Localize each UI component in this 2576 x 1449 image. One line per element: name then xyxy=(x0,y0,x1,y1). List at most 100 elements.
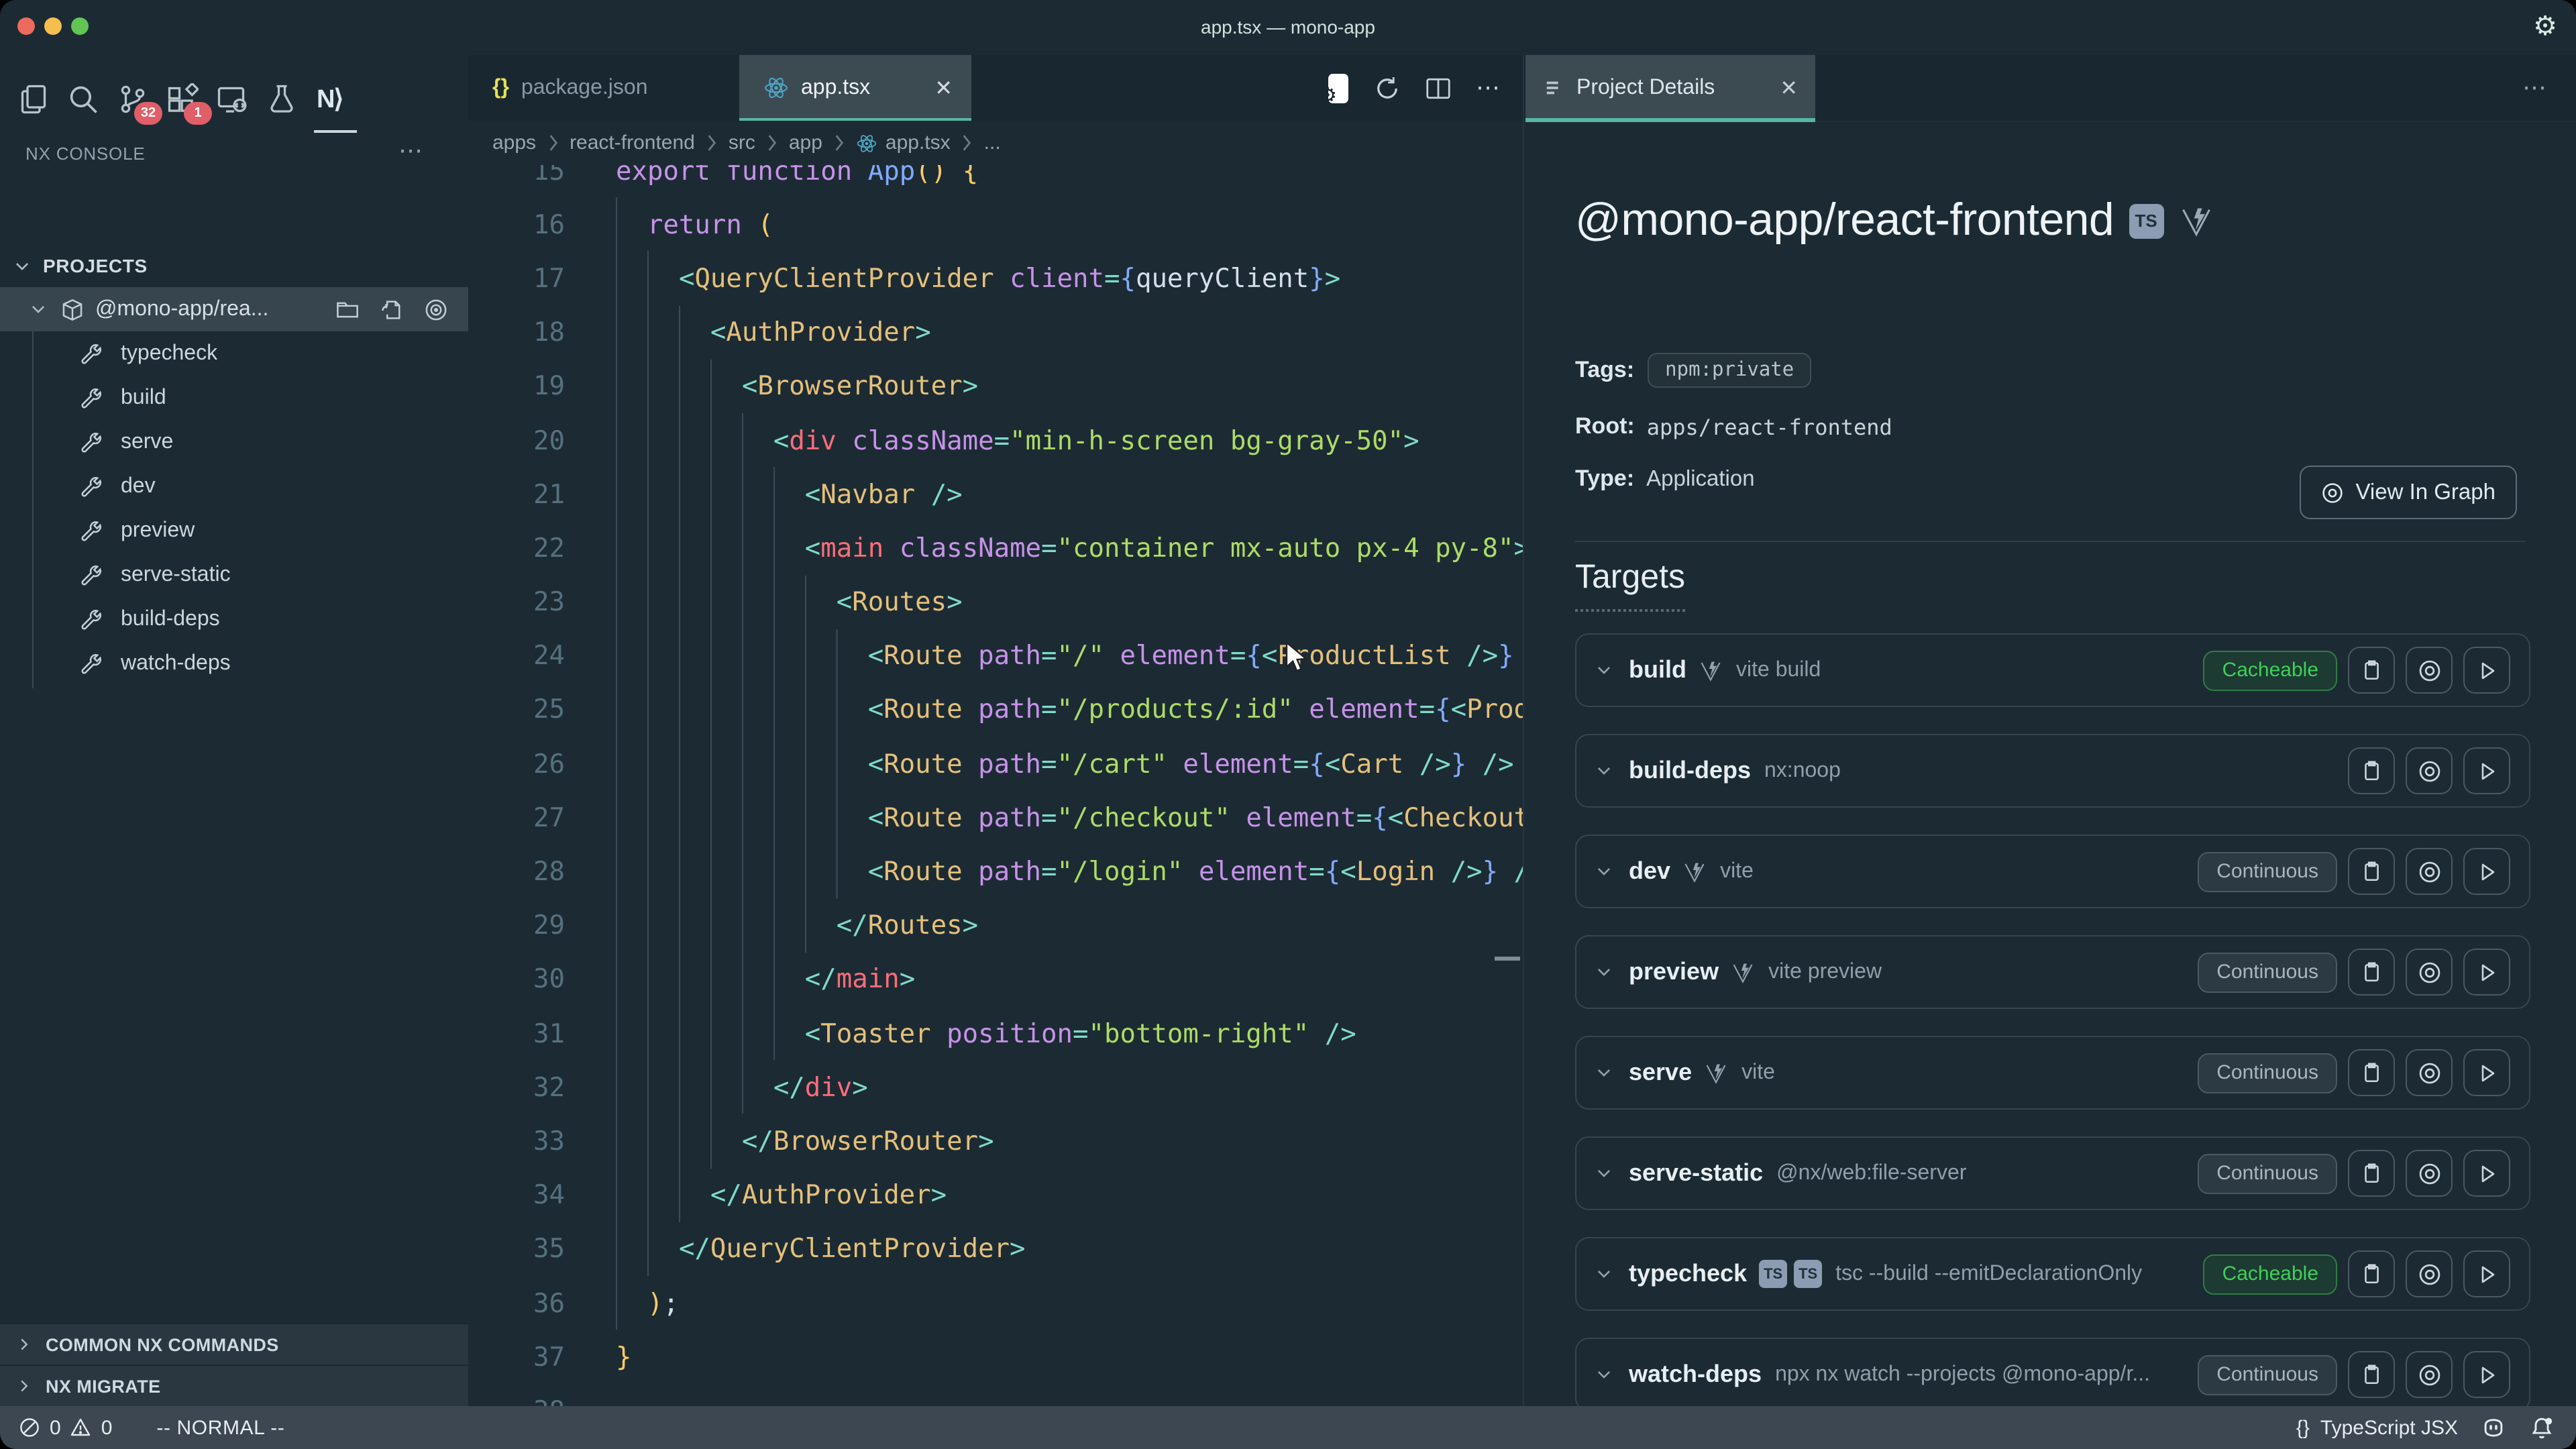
code-line[interactable]: 18 <AuthProvider> xyxy=(468,305,1523,359)
code-line[interactable]: 20 <div className="min-h-screen bg-gray-… xyxy=(468,413,1523,467)
explorer-icon[interactable] xyxy=(17,83,52,118)
copilot-icon[interactable] xyxy=(2481,1415,2506,1440)
code-line[interactable]: 35 </QueryClientProvider> xyxy=(468,1222,1523,1276)
source-control-icon[interactable]: 32 xyxy=(117,83,152,118)
code-line[interactable]: 16 return ( xyxy=(468,197,1523,251)
copy-button[interactable] xyxy=(2348,1049,2395,1096)
code-line[interactable]: 28 <Route path="/login" element={<Login … xyxy=(468,845,1523,898)
chevron-down-icon[interactable] xyxy=(1595,1165,1613,1182)
copy-button[interactable] xyxy=(2348,747,2395,794)
code-line[interactable]: 22 <main className="container mx-auto px… xyxy=(468,521,1523,575)
tree-item-serve-static[interactable]: serve-static xyxy=(0,553,468,597)
vim-mode-indicator[interactable]: -- NORMAL -- xyxy=(156,1416,284,1439)
target-name[interactable]: build xyxy=(1629,656,1686,684)
copy-button[interactable] xyxy=(2348,1250,2395,1297)
section-common-nx-commands[interactable]: COMMON NX COMMANDS xyxy=(0,1323,468,1364)
split-editor-icon[interactable] xyxy=(1425,74,1452,101)
code-line[interactable]: 38 xyxy=(468,1384,1523,1406)
code-area[interactable]: 15 export function App() { 16 return ( 1… xyxy=(468,144,1523,1406)
code-line[interactable]: 27 <Route path="/checkout" element={<Che… xyxy=(468,791,1523,845)
view-target-button[interactable] xyxy=(2406,747,2453,794)
notifications-bell-icon[interactable] xyxy=(2529,1415,2555,1440)
tree-item-serve[interactable]: serve xyxy=(0,420,468,464)
code-line[interactable]: 34 </AuthProvider> xyxy=(468,1168,1523,1222)
code-line[interactable]: 32 </div> xyxy=(468,1060,1523,1114)
errors-icon[interactable] xyxy=(19,1417,40,1438)
breadcrumb-item[interactable]: apps xyxy=(492,131,536,154)
tree-item-build[interactable]: build xyxy=(0,376,468,420)
tree-item-project[interactable]: @mono-app/rea... xyxy=(0,287,468,331)
tree-item-typecheck[interactable]: typecheck xyxy=(0,331,468,376)
more-actions-icon[interactable]: ⋯ xyxy=(398,137,425,165)
chevron-down-icon[interactable] xyxy=(1595,762,1613,780)
code-line[interactable]: 29 </Routes> xyxy=(468,898,1523,952)
target-name[interactable]: build-deps xyxy=(1629,757,1751,785)
view-target-button[interactable] xyxy=(2406,949,2453,996)
tree-item-dev[interactable]: dev xyxy=(0,464,468,508)
chevron-down-icon[interactable] xyxy=(1595,963,1613,981)
close-icon[interactable]: ✕ xyxy=(1780,74,1798,101)
code-line[interactable]: 17 <QueryClientProvider client={queryCli… xyxy=(468,252,1523,305)
breadcrumb-item[interactable]: app xyxy=(789,131,822,154)
chevron-down-icon[interactable] xyxy=(1595,863,1613,880)
extensions-icon[interactable]: 1 xyxy=(166,83,201,118)
target-name[interactable]: watch-deps xyxy=(1629,1360,1762,1389)
run-target-button[interactable] xyxy=(2463,1049,2510,1096)
chevron-down-icon[interactable] xyxy=(1595,661,1613,679)
remote-explorer-icon[interactable] xyxy=(216,83,251,118)
view-target-button[interactable] xyxy=(2406,1351,2453,1398)
view-target-button[interactable] xyxy=(2406,1150,2453,1197)
refresh-icon[interactable] xyxy=(1374,74,1401,101)
copy-button[interactable] xyxy=(2348,647,2395,694)
copy-button[interactable] xyxy=(2348,1351,2395,1398)
tab-app-tsx[interactable]: app.tsx ✕ xyxy=(739,55,971,121)
copy-button[interactable] xyxy=(2348,949,2395,996)
code-line[interactable]: 31 <Toaster position="bottom-right" /> xyxy=(468,1006,1523,1060)
open-project-details-icon[interactable]: ⚙ xyxy=(1323,72,1350,104)
run-target-button[interactable] xyxy=(2463,1351,2510,1398)
tree-item-preview[interactable]: preview xyxy=(0,508,468,553)
close-icon[interactable]: ✕ xyxy=(934,74,953,101)
view-target-button[interactable] xyxy=(2406,647,2453,694)
target-name[interactable]: preview xyxy=(1629,958,1719,986)
code-line[interactable]: 25 <Route path="/products/:id" element={… xyxy=(468,683,1523,737)
view-target-button[interactable] xyxy=(2406,848,2453,895)
settings-gear-icon[interactable]: ⚙ xyxy=(2533,9,2557,44)
tab-project-details[interactable]: Project Details ✕ xyxy=(1525,55,1815,121)
code-line[interactable]: 24 <Route path="/" element={<ProductList… xyxy=(468,629,1523,682)
chevron-down-icon[interactable] xyxy=(1595,1265,1613,1283)
code-line[interactable]: 21 <Navbar /> xyxy=(468,467,1523,521)
open-config-file-icon[interactable] xyxy=(380,297,404,321)
code-line[interactable]: 33 </BrowserRouter> xyxy=(468,1114,1523,1168)
view-target-button[interactable] xyxy=(2406,1250,2453,1297)
view-target-button[interactable] xyxy=(2406,1049,2453,1096)
target-name[interactable]: dev xyxy=(1629,857,1670,885)
more-actions-icon[interactable]: ⋯ xyxy=(1476,74,1501,102)
code-line[interactable]: 26 <Route path="/cart" element={<Cart />… xyxy=(468,737,1523,790)
tab-package-json[interactable]: {} package.json xyxy=(468,55,739,121)
target-name[interactable]: serve xyxy=(1629,1059,1692,1087)
code-line[interactable]: 36 ); xyxy=(468,1276,1523,1330)
code-line[interactable]: 30 </main> xyxy=(468,953,1523,1006)
language-mode[interactable]: {} TypeScript JSX xyxy=(2296,1416,2458,1439)
more-actions-icon[interactable]: ⋯ xyxy=(2522,74,2549,102)
target-name[interactable]: typecheck xyxy=(1629,1260,1747,1288)
view-in-graph-button[interactable]: View In Graph xyxy=(2299,466,2517,519)
code-line[interactable]: 23 <Routes> xyxy=(468,575,1523,629)
run-target-button[interactable] xyxy=(2463,1150,2510,1197)
run-target-button[interactable] xyxy=(2463,1250,2510,1297)
testing-flask-icon[interactable] xyxy=(266,83,301,118)
run-target-button[interactable] xyxy=(2463,949,2510,996)
code-line[interactable]: 19 <BrowserRouter> xyxy=(468,360,1523,413)
run-target-button[interactable] xyxy=(2463,647,2510,694)
breadcrumb-item[interactable]: react-frontend xyxy=(570,131,695,154)
folder-icon[interactable] xyxy=(335,297,360,321)
view-graph-icon[interactable] xyxy=(424,297,448,321)
nx-console-icon[interactable]: N⟩ xyxy=(317,83,352,118)
chevron-down-icon[interactable] xyxy=(1595,1366,1613,1383)
section-nx-migrate[interactable]: NX MIGRATE xyxy=(0,1364,468,1406)
copy-button[interactable] xyxy=(2348,848,2395,895)
chevron-down-icon[interactable] xyxy=(1595,1064,1613,1081)
tree-section-projects[interactable]: PROJECTS xyxy=(0,244,468,287)
run-target-button[interactable] xyxy=(2463,848,2510,895)
